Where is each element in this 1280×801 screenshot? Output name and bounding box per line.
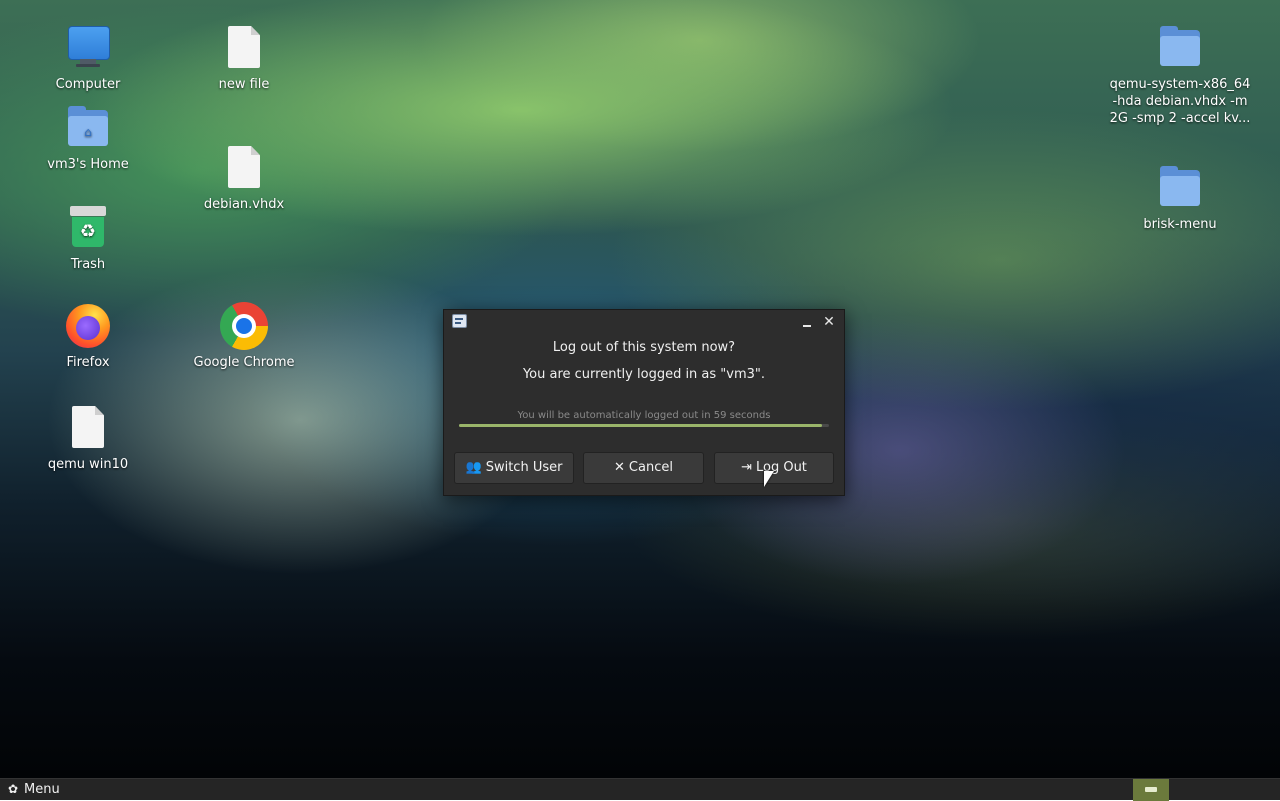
desktop-icon-trash[interactable]: ♻ Trash <box>13 204 163 273</box>
logout-icon: ⇥ <box>741 460 752 475</box>
tray-indicator[interactable] <box>1133 779 1169 801</box>
switch-user-button[interactable]: 👥 Switch User <box>454 452 574 484</box>
menu-label: Menu <box>24 782 60 797</box>
desktop-icon-firefox[interactable]: Firefox <box>13 302 163 371</box>
logout-dialog: ✕ Log out of this system now? You are cu… <box>443 309 845 496</box>
desktop-icon-label: vm3's Home <box>47 157 129 172</box>
users-icon: 👥 <box>465 460 482 475</box>
desktop-icon-debian-vhdx[interactable]: debian.vhdx <box>169 144 319 213</box>
desktop-icon-label: Firefox <box>66 355 110 370</box>
desktop: Computer ⌂ vm3's Home ♻ Trash Firefox qe… <box>0 0 1280 778</box>
cancel-label: Cancel <box>628 460 673 475</box>
desktop-icon-home[interactable]: ⌂ vm3's Home <box>13 104 163 173</box>
dialog-subheading: You are currently logged in as "vm3". <box>522 367 766 382</box>
desktop-icon-qemu-folder[interactable]: qemu-system-x86_64 -hda debian.vhdx -m 2… <box>1105 24 1255 127</box>
computer-icon <box>64 24 112 72</box>
desktop-icon-label: brisk-menu <box>1143 217 1217 232</box>
desktop-icon-label: debian.vhdx <box>203 197 285 212</box>
desktop-icon-label: qemu win10 <box>47 457 129 472</box>
desktop-icon-qemu-win10[interactable]: qemu win10 <box>13 404 163 473</box>
minimize-button[interactable] <box>798 313 816 331</box>
file-icon <box>64 404 112 452</box>
log-out-button[interactable]: ⇥ Log Out <box>714 452 834 484</box>
switch-user-label: Switch User <box>485 460 563 475</box>
countdown-progress-fill <box>459 424 822 427</box>
mouse-cursor-icon <box>764 471 774 487</box>
close-button[interactable]: ✕ <box>820 313 838 331</box>
desktop-icon-computer[interactable]: Computer <box>13 24 163 93</box>
folder-icon <box>1156 164 1204 212</box>
desktop-icon-brisk-menu[interactable]: brisk-menu <box>1105 164 1255 233</box>
folder-icon <box>1156 24 1204 72</box>
menu-logo-icon: ✿ <box>7 782 19 796</box>
desktop-icon-label: Google Chrome <box>193 355 295 370</box>
menu-button[interactable]: ✿ Menu <box>0 779 66 801</box>
app-icon <box>452 314 467 328</box>
countdown-progress-bar <box>459 424 829 427</box>
desktop-icon-label: qemu-system-x86_64 -hda debian.vhdx -m 2… <box>1109 77 1251 126</box>
desktop-icon-google-chrome[interactable]: Google Chrome <box>169 302 319 371</box>
trash-icon: ♻ <box>64 204 112 252</box>
desktop-icon-new-file[interactable]: new file <box>169 24 319 93</box>
countdown-text: You will be automatically logged out in … <box>517 410 771 421</box>
file-icon <box>220 24 268 72</box>
desktop-icon-label: Trash <box>70 257 106 272</box>
taskbar: ✿ Menu <box>0 778 1280 801</box>
dialog-titlebar[interactable]: ✕ <box>444 310 844 334</box>
desktop-icon-label: new file <box>218 77 270 92</box>
dialog-heading: Log out of this system now? <box>552 340 736 355</box>
file-icon <box>220 144 268 192</box>
desktop-icon-label: Computer <box>55 77 121 92</box>
chrome-icon <box>220 302 268 350</box>
home-folder-icon: ⌂ <box>64 104 112 152</box>
cancel-button[interactable]: ✕ Cancel <box>583 452 704 484</box>
close-icon: ✕ <box>614 460 625 475</box>
firefox-icon <box>64 302 112 350</box>
